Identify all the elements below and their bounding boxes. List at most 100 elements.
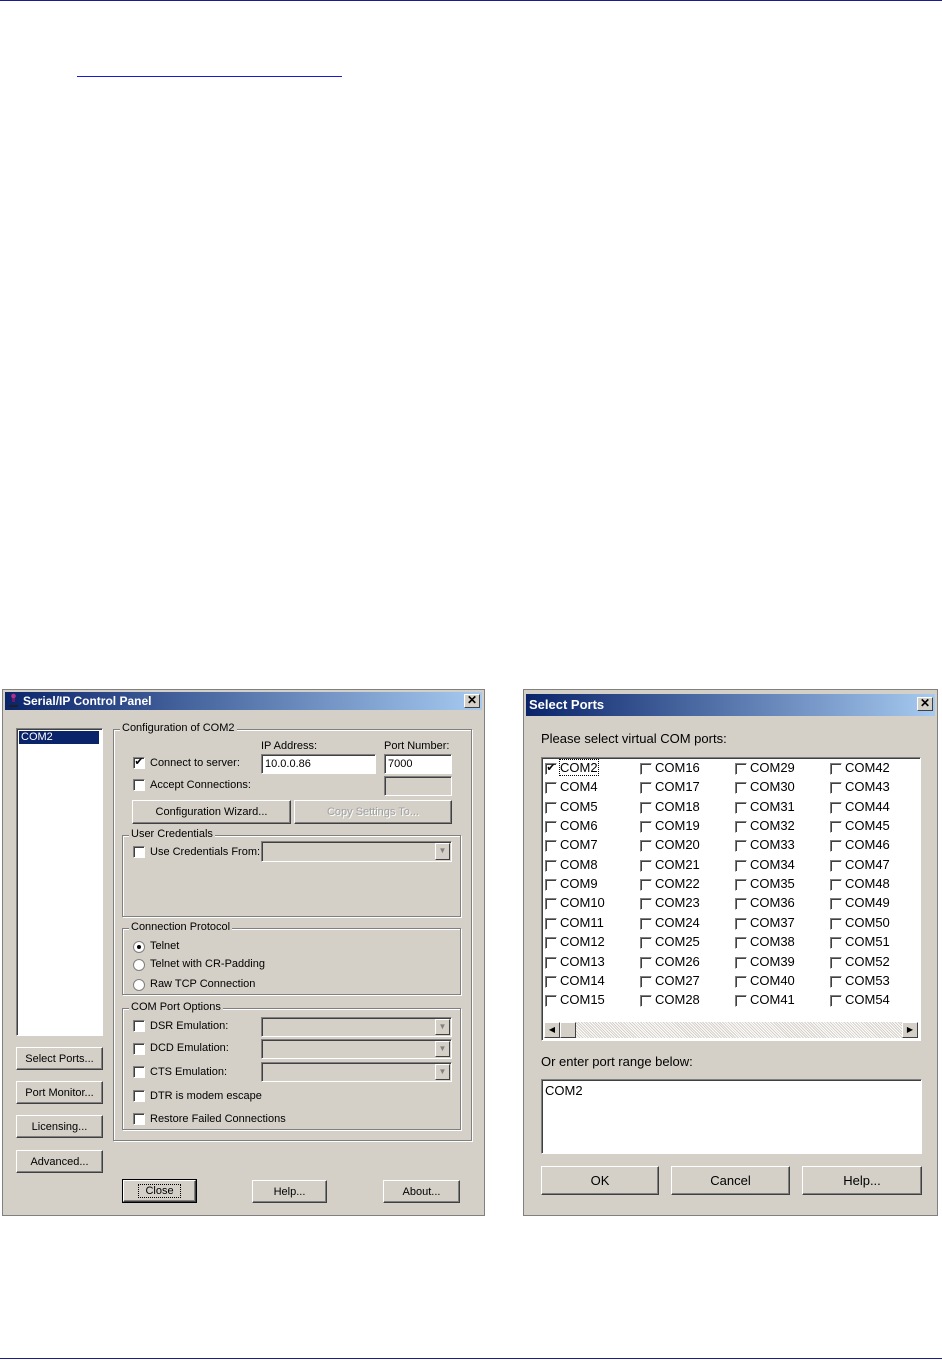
help-button[interactable]: Help... — [252, 1180, 327, 1203]
port-checkbox[interactable] — [640, 898, 652, 911]
port-checkbox[interactable] — [830, 763, 842, 775]
page-footer-rule — [0, 1358, 942, 1359]
port-checkbox[interactable] — [640, 956, 652, 969]
configuration-wizard-button[interactable]: Configuration Wizard... — [132, 800, 291, 824]
port-list-item[interactable]: COM2 — [19, 731, 99, 744]
port-checkbox[interactable] — [830, 879, 842, 892]
port-checkbox[interactable] — [735, 840, 747, 853]
port-checkbox[interactable] — [830, 898, 842, 911]
port-checkbox[interactable] — [640, 917, 652, 930]
telnet-cr-padding-radio[interactable] — [133, 959, 145, 971]
use-credentials-checkbox[interactable] — [133, 846, 145, 858]
port-checkbox[interactable] — [640, 937, 652, 950]
port-checkbox[interactable] — [640, 859, 652, 872]
port-checkbox[interactable] — [830, 782, 842, 795]
port-monitor-button[interactable]: Port Monitor... — [16, 1081, 103, 1104]
telnet-radio[interactable] — [133, 941, 145, 953]
raw-tcp-radio[interactable] — [133, 979, 145, 991]
dsr-emulation-checkbox[interactable] — [133, 1020, 145, 1032]
select-ports-button[interactable]: Select Ports... — [16, 1047, 103, 1070]
cts-emulation-checkbox[interactable] — [133, 1066, 145, 1078]
port-checkbox[interactable] — [830, 859, 842, 872]
port-checkbox[interactable] — [545, 782, 557, 795]
port-checkbox[interactable] — [545, 995, 557, 1008]
port-checkbox[interactable] — [830, 821, 842, 834]
port-range-field[interactable]: COM2 — [541, 1079, 922, 1154]
port-checkbox[interactable] — [735, 898, 747, 911]
port-checkbox[interactable] — [640, 801, 652, 814]
port-checkbox[interactable] — [830, 995, 842, 1008]
document-link[interactable] — [77, 62, 342, 77]
help-button[interactable]: Help... — [802, 1166, 922, 1195]
port-name: COM51 — [845, 934, 890, 950]
port-checkbox[interactable] — [545, 821, 557, 834]
port-checkbox[interactable] — [545, 937, 557, 950]
port-checkbox[interactable] — [830, 937, 842, 950]
port-checkbox[interactable] — [640, 879, 652, 892]
port-checkbox[interactable] — [735, 859, 747, 872]
port-checkbox[interactable] — [735, 879, 747, 892]
port-checkbox[interactable] — [735, 763, 747, 775]
port-checkbox[interactable]: ✔ — [545, 763, 557, 775]
port-checkbox[interactable] — [735, 956, 747, 969]
port-checkbox[interactable] — [830, 956, 842, 969]
restore-connections-checkbox[interactable] — [133, 1113, 145, 1125]
port-name: COM38 — [750, 934, 795, 950]
port-checkbox[interactable] — [640, 782, 652, 795]
select-ports-titlebar[interactable]: Select Ports ✕ — [526, 694, 935, 716]
close-icon[interactable]: ✕ — [464, 694, 480, 708]
port-checkbox[interactable] — [545, 840, 557, 853]
port-checkbox[interactable] — [735, 821, 747, 834]
horizontal-scrollbar[interactable]: ◀ ▶ — [544, 1022, 918, 1038]
accept-connections-checkbox[interactable] — [133, 779, 145, 791]
port-name: COM7 — [560, 837, 598, 853]
port-name: COM54 — [845, 992, 890, 1008]
select-ports-prompt: Please select virtual COM ports: — [541, 731, 727, 746]
scroll-thumb[interactable] — [560, 1022, 576, 1038]
port-checkbox[interactable] — [735, 975, 747, 988]
port-checkbox[interactable] — [830, 975, 842, 988]
port-checkbox[interactable] — [545, 975, 557, 988]
port-checkbox[interactable] — [640, 840, 652, 853]
port-checkbox[interactable] — [640, 995, 652, 1008]
port-checkbox[interactable] — [545, 859, 557, 872]
port-checkbox[interactable] — [545, 898, 557, 911]
scroll-right-icon[interactable]: ▶ — [902, 1022, 918, 1038]
port-checkbox[interactable] — [830, 917, 842, 930]
port-checkbox[interactable] — [640, 821, 652, 834]
control-panel-titlebar[interactable]: Serial/IP Control Panel ✕ — [5, 692, 482, 710]
port-checkbox[interactable] — [735, 937, 747, 950]
dtr-modem-escape-checkbox[interactable] — [133, 1090, 145, 1102]
port-name: COM49 — [845, 895, 890, 911]
port-checkbox[interactable] — [640, 763, 652, 775]
cancel-button[interactable]: Cancel — [671, 1166, 790, 1195]
dcd-emulation-checkbox[interactable] — [133, 1043, 145, 1055]
licensing-button[interactable]: Licensing... — [16, 1115, 103, 1138]
ip-address-field[interactable]: 10.0.0.86 — [261, 754, 376, 774]
port-checkbox[interactable] — [830, 801, 842, 814]
port-name: COM25 — [655, 934, 700, 950]
port-checkbox[interactable] — [735, 995, 747, 1008]
port-listbox[interactable]: COM2 — [16, 728, 103, 1036]
dcd-emulation-dropdown: ▼ — [261, 1039, 452, 1059]
port-checkbox[interactable] — [545, 917, 557, 930]
ok-button[interactable]: OK — [541, 1166, 659, 1195]
advanced-button[interactable]: Advanced... — [16, 1150, 103, 1173]
port-name: COM8 — [560, 856, 598, 872]
port-checkbox[interactable] — [545, 801, 557, 814]
close-button[interactable]: Close — [122, 1179, 197, 1203]
port-checkbox[interactable] — [640, 975, 652, 988]
com-port-list[interactable]: ◀ ▶ ✔ COM2 COM16 COM29 COM42 COM4 COM17 COM30 CO… — [541, 757, 921, 1041]
configuration-group-label: Configuration of COM2 — [120, 722, 237, 734]
port-number-field[interactable]: 7000 — [384, 754, 452, 774]
port-checkbox[interactable] — [545, 956, 557, 969]
scroll-left-icon[interactable]: ◀ — [544, 1022, 560, 1038]
port-checkbox[interactable] — [545, 879, 557, 892]
port-checkbox[interactable] — [735, 917, 747, 930]
close-icon[interactable]: ✕ — [917, 697, 933, 711]
port-checkbox[interactable] — [735, 782, 747, 795]
port-checkbox[interactable] — [830, 840, 842, 853]
connect-to-server-checkbox[interactable]: ✔ — [133, 757, 145, 769]
about-button[interactable]: About... — [383, 1180, 460, 1203]
port-checkbox[interactable] — [735, 801, 747, 814]
